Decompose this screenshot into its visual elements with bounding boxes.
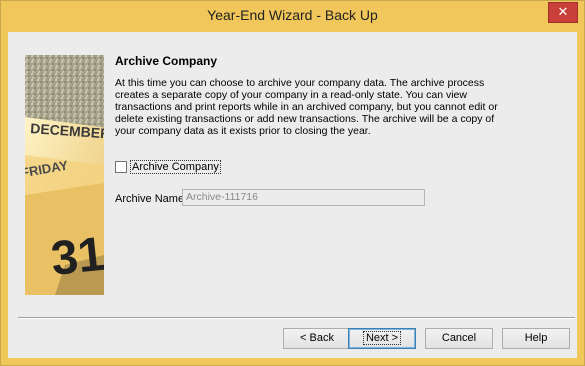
next-button-label: Next > bbox=[362, 331, 402, 345]
calendar-image: DECEMBER FRIDAY 31 bbox=[25, 55, 104, 295]
back-button-label: < Back bbox=[300, 332, 334, 344]
archive-company-checkbox[interactable] bbox=[115, 161, 127, 173]
close-icon[interactable]: ✕ bbox=[548, 2, 578, 23]
page-heading: Archive Company bbox=[115, 54, 218, 68]
calendar-day-text: 31 bbox=[49, 228, 104, 286]
next-button[interactable]: Next > bbox=[348, 328, 416, 349]
help-button-label: Help bbox=[524, 332, 548, 344]
help-button[interactable]: Help bbox=[502, 328, 570, 349]
title-bar[interactable]: Year-End Wizard - Back Up ✕ bbox=[1, 1, 584, 32]
description-text: At this time you can choose to archive y… bbox=[115, 77, 498, 137]
back-button[interactable]: < Back bbox=[283, 328, 351, 349]
cancel-button-label: Cancel bbox=[441, 332, 477, 344]
archive-name-label: Archive Name: bbox=[115, 193, 188, 205]
archive-company-label[interactable]: Archive Company bbox=[130, 160, 221, 174]
wizard-window: Year-End Wizard - Back Up ✕ DECEMBER FRI… bbox=[0, 0, 585, 366]
window-title: Year-End Wizard - Back Up bbox=[207, 7, 378, 23]
archive-name-field[interactable]: Archive-111716 bbox=[182, 189, 425, 206]
wizard-client-area: DECEMBER FRIDAY 31 Archive Company At th… bbox=[8, 32, 577, 358]
cancel-button[interactable]: Cancel bbox=[425, 328, 493, 349]
divider bbox=[18, 317, 575, 319]
